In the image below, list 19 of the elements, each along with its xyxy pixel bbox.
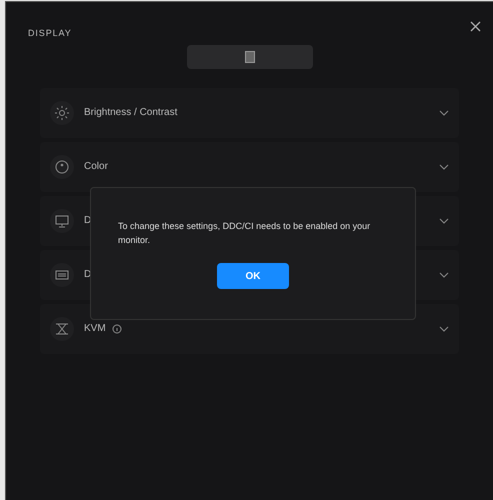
sun-icon: [55, 106, 69, 120]
input-icon: [55, 268, 69, 282]
section-label: Brightness / Contrast: [84, 106, 178, 120]
monitor-icon: [55, 214, 69, 228]
chevron-icon: [439, 164, 449, 170]
section-header[interactable]: Brightness / Contrast: [40, 88, 459, 138]
dialog-message: To change these settings, DDC/CI needs to be enabled on your monitor.: [118, 220, 372, 247]
section-label: Color: [84, 160, 108, 174]
chevron-icon: [439, 272, 449, 278]
monitor-icon: [244, 50, 254, 62]
close-icon: [470, 20, 480, 32]
chevron-icon: [439, 218, 449, 224]
chevron-icon: [439, 110, 449, 116]
kvm-icon: [55, 322, 69, 336]
section-header[interactable]: Color: [40, 142, 459, 192]
chevron-icon: [439, 326, 449, 332]
section-label: KVM: [84, 322, 106, 336]
window-title: DISPLAY: [28, 27, 72, 40]
monitor-selector[interactable]: [186, 44, 312, 68]
